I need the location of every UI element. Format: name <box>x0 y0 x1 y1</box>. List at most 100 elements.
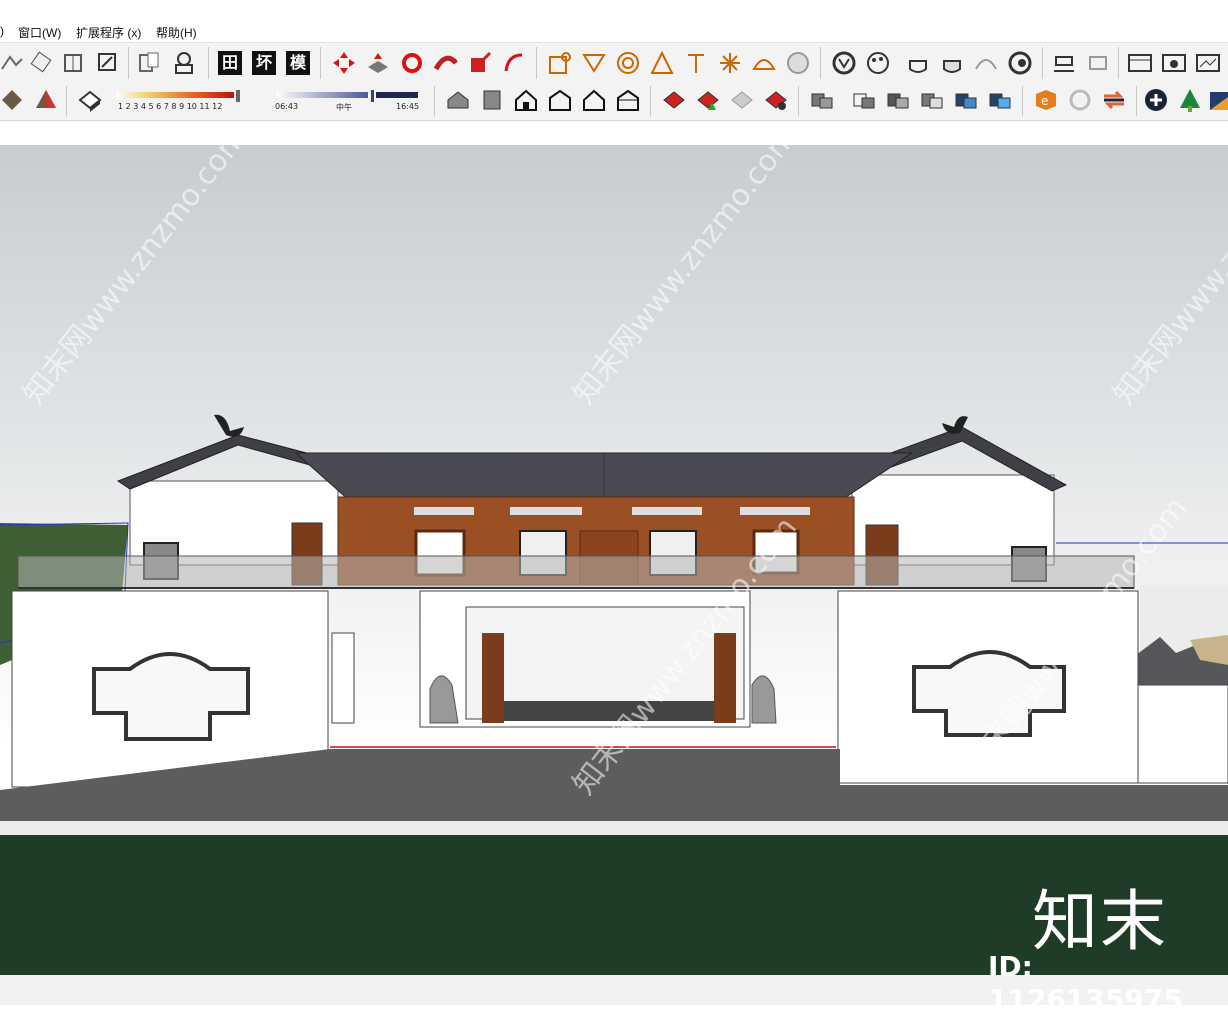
push-pull-icon[interactable] <box>364 49 392 77</box>
date-slider-track <box>116 92 234 98</box>
follow-me-icon[interactable] <box>432 49 460 77</box>
teapot-xray-icon[interactable] <box>938 49 966 77</box>
section-plane-icon[interactable] <box>136 49 164 77</box>
protractor-icon[interactable] <box>614 49 642 77</box>
right-low-wall <box>1137 684 1228 784</box>
hall-transom <box>510 507 582 515</box>
toolbar-separator <box>66 86 67 116</box>
gate-door-left <box>482 633 504 723</box>
solid-icon[interactable] <box>784 49 812 77</box>
photo-match-icon[interactable] <box>1208 86 1228 114</box>
gate-door-right <box>714 633 736 723</box>
top-view-icon[interactable] <box>478 86 506 114</box>
export-icon[interactable] <box>1194 49 1222 77</box>
toolbar-row-2: 1 2 3 4 5 6 7 8 9 10 11 12 06:43 中午 16:4… <box>0 82 1228 121</box>
palette-icon[interactable] <box>864 49 892 77</box>
axes-icon[interactable] <box>682 49 710 77</box>
back-view-icon[interactable] <box>580 86 608 114</box>
stamp-icon[interactable] <box>32 86 60 114</box>
layer-grey-icon[interactable] <box>728 86 756 114</box>
scenes-icon[interactable] <box>1160 49 1188 77</box>
break-tool-button[interactable]: 坏 <box>252 51 276 75</box>
date-slider-months: 1 2 3 4 5 6 7 8 9 10 11 12 <box>118 102 223 111</box>
left-lattice-screen <box>331 632 355 724</box>
toolbar-separator <box>1042 47 1043 79</box>
hall-transom <box>414 507 474 515</box>
component-icon[interactable] <box>60 49 88 77</box>
toolbar-separator <box>820 47 821 79</box>
window-icon[interactable] <box>1126 49 1154 77</box>
time-end-label: 16:45 <box>396 102 420 111</box>
left-ridge-ornament <box>214 414 244 437</box>
left-view-icon[interactable] <box>614 86 642 114</box>
time-slider-track-left <box>276 92 368 98</box>
time-slider-handle[interactable] <box>371 90 374 102</box>
refresh-icon[interactable] <box>1066 86 1094 114</box>
solid-split-icon[interactable] <box>986 86 1014 114</box>
monochrome-icon[interactable] <box>1006 49 1034 77</box>
toolbar-separator <box>128 47 129 79</box>
model-tool-button[interactable]: 模 <box>286 51 310 75</box>
paint-icon[interactable] <box>94 49 122 77</box>
add-location-icon[interactable] <box>1142 86 1170 114</box>
solid-trim-icon[interactable] <box>952 86 980 114</box>
time-slider[interactable]: 06:43 中午 16:45 <box>272 90 422 114</box>
dome-icon[interactable] <box>750 49 778 77</box>
stone-lion-right <box>751 675 777 724</box>
transfer-icon[interactable] <box>1100 86 1128 114</box>
menu-window[interactable]: 窗口(W) <box>18 24 61 41</box>
toolbar-separator <box>650 86 651 116</box>
toolbar-row-1: 田 坏 模 <box>0 42 1228 83</box>
menu-fragment: ) <box>0 24 4 38</box>
menu-help[interactable]: 帮助(H) <box>156 24 197 41</box>
scale-icon[interactable] <box>466 49 494 77</box>
eraser-icon[interactable] <box>28 49 56 77</box>
sandbox-icon[interactable] <box>0 49 28 77</box>
solid-subtract-icon[interactable] <box>918 86 946 114</box>
toolbar-separator <box>320 47 321 79</box>
toolbar-separator <box>208 47 209 79</box>
time-noon-label: 中午 <box>336 103 352 112</box>
solid-intersect-icon[interactable] <box>884 86 912 114</box>
date-slider-handle[interactable] <box>236 90 240 102</box>
text-icon[interactable] <box>648 49 676 77</box>
toolbar-separator <box>1136 86 1137 116</box>
shadow-settings-icon[interactable] <box>76 86 104 114</box>
teapot-icon[interactable] <box>904 49 932 77</box>
shadows-icon[interactable] <box>1050 49 1078 77</box>
3d-text-icon[interactable] <box>716 49 744 77</box>
back-edges-icon[interactable] <box>972 49 1000 77</box>
time-slider-track-right <box>376 92 418 98</box>
fog-icon[interactable] <box>1084 49 1112 77</box>
solid-union-icon[interactable] <box>808 86 836 114</box>
move-icon[interactable] <box>330 49 358 77</box>
front-view-icon[interactable] <box>512 86 540 114</box>
terrain-icon[interactable] <box>0 86 28 114</box>
layer-remove-icon[interactable] <box>762 86 790 114</box>
grid-tool-button[interactable]: 田 <box>218 51 242 75</box>
solid-outer-shell-icon[interactable] <box>850 86 878 114</box>
dimension-icon[interactable] <box>580 49 608 77</box>
viewport-top-margin <box>0 121 1228 145</box>
iso-view-icon[interactable] <box>444 86 472 114</box>
style-icon[interactable] <box>830 49 858 77</box>
right-view-icon[interactable] <box>546 86 574 114</box>
layer-add-icon[interactable] <box>694 86 722 114</box>
tree-icon[interactable] <box>1176 86 1204 114</box>
time-start-label: 06:43 <box>275 102 299 111</box>
toolbar-separator <box>798 86 799 116</box>
watermark-id: ID: 1126135975 <box>988 950 1183 1016</box>
toolbar-separator <box>536 47 537 79</box>
road-edge <box>0 821 1228 835</box>
look-around-icon[interactable] <box>170 49 198 77</box>
date-slider[interactable]: 1 2 3 4 5 6 7 8 9 10 11 12 <box>112 90 262 114</box>
rotate-icon[interactable] <box>398 49 426 77</box>
toolbar-separator <box>434 86 435 116</box>
menu-extensions[interactable]: 扩展程序 (x) <box>76 24 141 41</box>
hall-transom <box>632 507 702 515</box>
tape-measure-icon[interactable] <box>546 49 574 77</box>
toolbar-separator <box>1022 86 1023 116</box>
layer-red-icon[interactable] <box>660 86 688 114</box>
extension-warehouse-icon[interactable]: e <box>1032 86 1060 114</box>
offset-icon[interactable] <box>500 49 528 77</box>
